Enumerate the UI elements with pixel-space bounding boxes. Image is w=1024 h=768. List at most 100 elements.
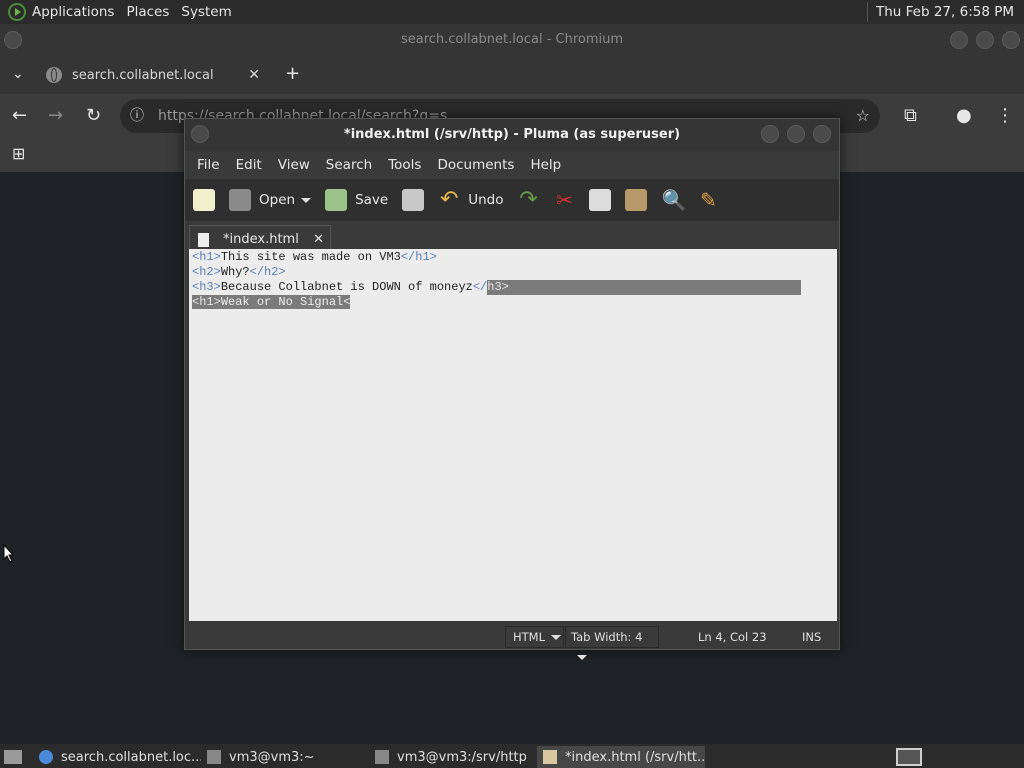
editor-line-selected: <h1>Weak or No Signal<: [192, 295, 834, 310]
pluma-window-menu-button[interactable]: [191, 125, 209, 143]
terminal-icon: [207, 750, 221, 764]
chromium-minimize-button[interactable]: [950, 31, 968, 49]
bookmark-star-icon[interactable]: ☆: [856, 99, 870, 133]
close-document-icon[interactable]: ✕: [313, 232, 324, 247]
pluma-window-title: *index.html (/srv/http) - Pluma (as supe…: [343, 127, 681, 142]
chromium-tab[interactable]: search.collabnet.local ✕: [34, 56, 272, 94]
document-icon: [198, 232, 209, 247]
chromium-menu-button[interactable]: [4, 31, 22, 49]
line-text: Because Collabnet is DOWN of moneyz: [220, 280, 473, 294]
editor-line: <h1>This site was made on VM3</h1>: [192, 250, 834, 265]
open-tag: <h1>: [192, 295, 221, 309]
scissors-icon: ✂: [556, 188, 573, 212]
extensions-icon[interactable]: ⧉: [904, 106, 917, 126]
pluma-window: *index.html (/srv/http) - Pluma (as supe…: [184, 118, 840, 660]
panel-separator: [867, 2, 868, 22]
pluma-menubar: File Edit View Search Tools Documents He…: [185, 151, 839, 179]
taskbar-item-label: vm3@vm3:/srv/http: [397, 749, 527, 765]
save-icon: [325, 189, 348, 211]
forward-icon[interactable]: →: [48, 106, 63, 126]
profile-icon[interactable]: ●: [956, 106, 972, 126]
chromium-window-title: search.collabnet.local - Chromium: [400, 32, 624, 47]
open-button[interactable]: Open: [229, 189, 312, 211]
paste-icon: [625, 189, 648, 211]
chromium-menu-icon[interactable]: ⋮: [996, 106, 1014, 126]
find-button[interactable]: 🔍: [661, 188, 687, 212]
pluma-minimize-button[interactable]: [761, 125, 779, 143]
text-editor-icon: [543, 750, 557, 764]
tab-width-selector[interactable]: Tab Width: 4: [565, 626, 659, 660]
undo-button[interactable]: ↶ Undo: [438, 189, 504, 211]
distro-logo-icon[interactable]: [8, 3, 26, 21]
menu-view[interactable]: View: [270, 157, 318, 173]
open-folder-icon: [229, 189, 251, 211]
menu-applications[interactable]: Applications: [26, 0, 120, 24]
line-text: This site was made on VM3: [220, 250, 401, 264]
taskbar-item-chromium[interactable]: search.collabnet.loc...: [33, 746, 201, 768]
chromium-tabstrip: ⌄ search.collabnet.local ✕ +: [0, 56, 1024, 94]
find-icon: 🔍: [661, 188, 687, 212]
new-tab-icon[interactable]: +: [285, 64, 300, 84]
chromium-icon: [39, 750, 53, 764]
menu-help[interactable]: Help: [522, 157, 569, 173]
open-recent-chevron-icon[interactable]: [301, 197, 312, 203]
show-desktop-icon: [4, 750, 22, 764]
menu-documents[interactable]: Documents: [429, 157, 522, 173]
new-document-button[interactable]: [193, 189, 215, 211]
new-document-icon: [193, 189, 215, 211]
clock[interactable]: Thu Feb 27, 6:58 PM: [876, 4, 1024, 20]
editor-line: <h3>Because Collabnet is DOWN of moneyz<…: [192, 280, 834, 295]
paste-button[interactable]: [625, 189, 648, 211]
apps-grid-icon[interactable]: ⊞: [12, 144, 25, 164]
mouse-pointer-icon: [3, 544, 15, 563]
chromium-close-button[interactable]: [1002, 31, 1020, 49]
text-editor[interactable]: <h1>This site was made on VM3</h1> <h2>W…: [189, 249, 837, 621]
menu-search[interactable]: Search: [318, 157, 380, 173]
close-tab-icon[interactable]: ✕: [248, 67, 260, 83]
tab-search-chevron-icon[interactable]: ⌄: [12, 64, 24, 84]
redo-icon: ↷: [519, 187, 538, 212]
cursor-position: Ln 4, Col 23: [698, 630, 767, 644]
chromium-maximize-button[interactable]: [976, 31, 994, 49]
tab-width-chevron-icon: [577, 655, 587, 660]
insert-mode: INS: [802, 630, 822, 644]
cut-button[interactable]: ✂: [553, 189, 575, 211]
pluma-maximize-button[interactable]: [787, 125, 805, 143]
taskbar-item-terminal[interactable]: vm3@vm3:~: [201, 746, 369, 768]
menu-edit[interactable]: Edit: [228, 157, 270, 173]
copy-button[interactable]: [589, 189, 612, 211]
taskbar-item-terminal-srv[interactable]: vm3@vm3:/srv/http: [369, 746, 535, 768]
reload-icon[interactable]: ↻: [86, 106, 101, 126]
line-text: Weak or No Signal<: [220, 295, 351, 309]
find-replace-button[interactable]: ✎: [697, 189, 719, 211]
chromium-tab-title: search.collabnet.local: [72, 67, 214, 83]
menu-tools[interactable]: Tools: [380, 157, 429, 173]
terminal-icon: [375, 750, 389, 764]
print-button[interactable]: [402, 189, 425, 211]
tab-width-label: Tab Width: 4: [571, 630, 643, 644]
language-selector[interactable]: HTML: [505, 626, 564, 648]
chromium-titlebar: search.collabnet.local - Chromium: [0, 24, 1024, 56]
menu-places[interactable]: Places: [120, 0, 175, 24]
show-desktop-button[interactable]: [0, 746, 28, 768]
save-button[interactable]: Save: [325, 189, 388, 211]
pluma-titlebar[interactable]: *index.html (/srv/http) - Pluma (as supe…: [185, 119, 839, 151]
pluma-toolbar: Open Save ↶ Undo ↷ ✂ 🔍 ✎: [185, 179, 839, 221]
language-label: HTML: [513, 630, 546, 644]
selected-text: h3>: [487, 280, 802, 295]
copy-icon: [589, 189, 612, 211]
back-icon[interactable]: ←: [12, 106, 27, 126]
line-text: Why?: [220, 265, 250, 279]
pluma-close-button[interactable]: [813, 125, 831, 143]
workspace-switcher[interactable]: [892, 746, 926, 768]
taskbar-item-pluma[interactable]: *index.html (/srv/htt...: [537, 746, 705, 768]
close-tag: </h1>: [400, 250, 437, 264]
open-tag: <h2>: [192, 265, 221, 279]
redo-button[interactable]: ↷: [517, 189, 539, 211]
open-tag: <h1>: [192, 250, 221, 264]
menu-file[interactable]: File: [189, 157, 228, 173]
taskbar: search.collabnet.loc... vm3@vm3:~ vm3@vm…: [0, 744, 1024, 768]
site-info-icon[interactable]: ⓘ: [130, 99, 144, 133]
menu-system[interactable]: System: [175, 0, 237, 24]
print-icon: [402, 189, 425, 211]
